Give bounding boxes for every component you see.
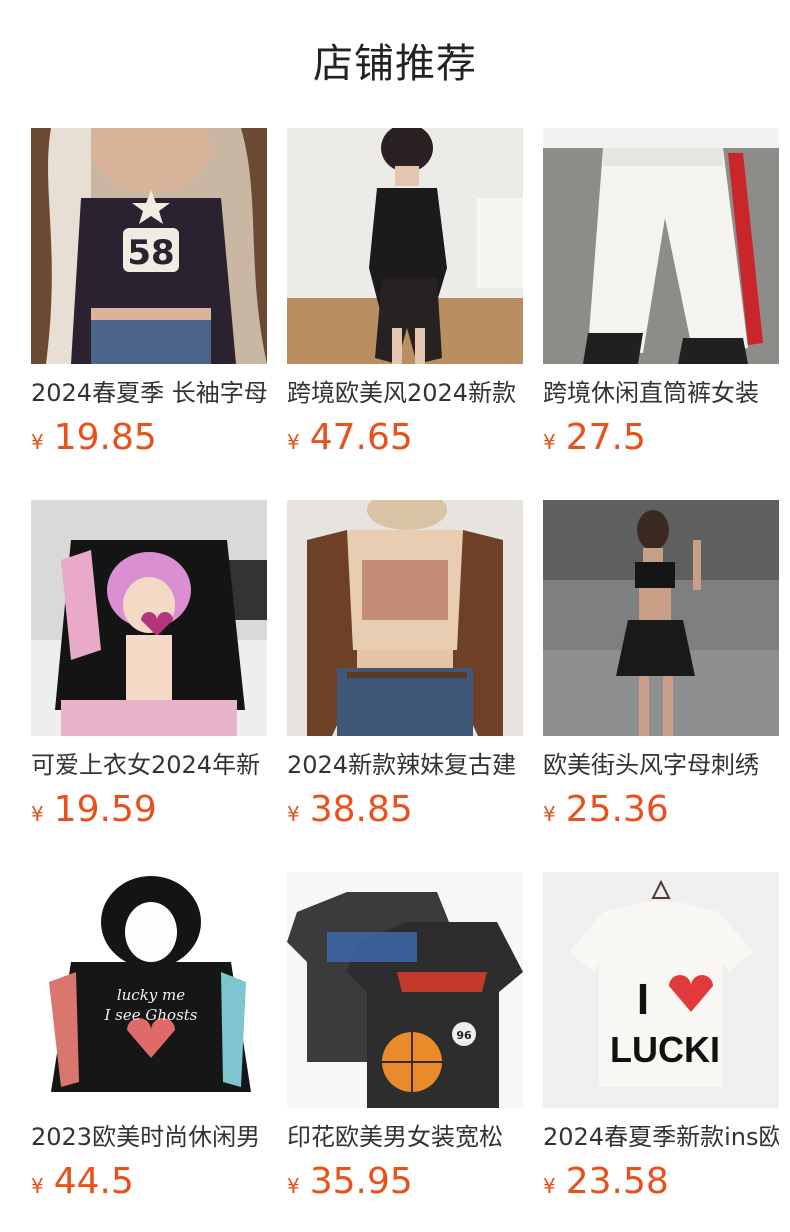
price-row: ¥25.36 xyxy=(543,788,779,832)
product-image[interactable] xyxy=(287,128,523,364)
price-row: ¥23.58 xyxy=(543,1160,779,1204)
product-card[interactable]: 可爱上衣女2024年新 ¥19.59 xyxy=(31,500,267,832)
product-image[interactable]: 58 xyxy=(31,128,267,364)
product-price: 19.59 xyxy=(53,789,157,830)
currency-symbol: ¥ xyxy=(31,1174,44,1198)
product-price: 27.5 xyxy=(565,417,646,458)
product-card[interactable]: I LUCKI 2024春夏季新款ins欧 ¥23.58 xyxy=(543,872,779,1204)
product-image[interactable] xyxy=(543,128,779,364)
product-name[interactable]: 2023欧美时尚休闲男 xyxy=(31,1120,267,1154)
product-card[interactable]: lucky me I see Ghosts 2023欧美时尚休闲男 ¥44.5 xyxy=(31,872,267,1204)
currency-symbol: ¥ xyxy=(543,1174,556,1198)
product-image[interactable]: I LUCKI xyxy=(543,872,779,1108)
svg-text:58: 58 xyxy=(127,233,174,273)
product-price: 44.5 xyxy=(53,1161,134,1202)
svg-text:I see Ghosts: I see Ghosts xyxy=(103,1006,197,1024)
product-card[interactable]: 96 印花欧美男女装宽松 ¥35.95 xyxy=(287,872,523,1204)
product-price: 23.58 xyxy=(565,1161,669,1202)
price-row: ¥19.59 xyxy=(31,788,267,832)
product-price: 25.36 xyxy=(565,789,669,830)
svg-text:lucky me: lucky me xyxy=(117,986,185,1004)
section-title: 店铺推荐 xyxy=(313,41,477,87)
product-name[interactable]: 跨境欧美风2024新款 xyxy=(287,376,523,410)
currency-symbol: ¥ xyxy=(31,802,44,826)
svg-text:LUCKI: LUCKI xyxy=(610,1029,720,1070)
product-card[interactable]: 58 2024春夏季 长袖字母 ¥19.85 xyxy=(31,128,267,460)
product-image[interactable]: 96 xyxy=(287,872,523,1108)
product-price: 38.85 xyxy=(309,789,413,830)
product-card[interactable]: 欧美街头风字母刺绣 ¥25.36 xyxy=(543,500,779,832)
currency-symbol: ¥ xyxy=(287,1174,300,1198)
product-name[interactable]: 可爱上衣女2024年新 xyxy=(31,748,267,782)
product-price: 35.95 xyxy=(309,1161,413,1202)
product-name[interactable]: 2024春夏季 长袖字母 xyxy=(31,376,267,410)
product-card[interactable]: 跨境休闲直筒裤女装 ¥27.5 xyxy=(543,128,779,460)
price-row: ¥44.5 xyxy=(31,1160,267,1204)
product-image[interactable] xyxy=(287,500,523,736)
product-image[interactable]: lucky me I see Ghosts xyxy=(31,872,267,1108)
product-price: 47.65 xyxy=(309,417,413,458)
currency-symbol: ¥ xyxy=(287,430,300,454)
price-row: ¥35.95 xyxy=(287,1160,523,1204)
product-name[interactable]: 2024新款辣妹复古建 xyxy=(287,748,523,782)
product-image[interactable] xyxy=(543,500,779,736)
product-price: 19.85 xyxy=(53,417,157,458)
svg-text:I: I xyxy=(637,975,649,1024)
currency-symbol: ¥ xyxy=(287,802,300,826)
product-image[interactable] xyxy=(31,500,267,736)
product-name[interactable]: 欧美街头风字母刺绣 xyxy=(543,748,779,782)
product-card[interactable]: 2024新款辣妹复古建 ¥38.85 xyxy=(287,500,523,832)
product-name[interactable]: 2024春夏季新款ins欧 xyxy=(543,1120,779,1154)
svg-text:96: 96 xyxy=(456,1029,472,1042)
price-row: ¥47.65 xyxy=(287,416,523,460)
currency-symbol: ¥ xyxy=(543,430,556,454)
currency-symbol: ¥ xyxy=(543,802,556,826)
currency-symbol: ¥ xyxy=(31,430,44,454)
product-grid: 58 2024春夏季 长袖字母 ¥19.85 跨境欧美风2024新款 ¥47.6… xyxy=(0,128,790,1204)
product-name[interactable]: 印花欧美男女装宽松 xyxy=(287,1120,523,1154)
price-row: ¥38.85 xyxy=(287,788,523,832)
price-row: ¥19.85 xyxy=(31,416,267,460)
product-name[interactable]: 跨境休闲直筒裤女装 xyxy=(543,376,779,410)
product-card[interactable]: 跨境欧美风2024新款 ¥47.65 xyxy=(287,128,523,460)
price-row: ¥27.5 xyxy=(543,416,779,460)
